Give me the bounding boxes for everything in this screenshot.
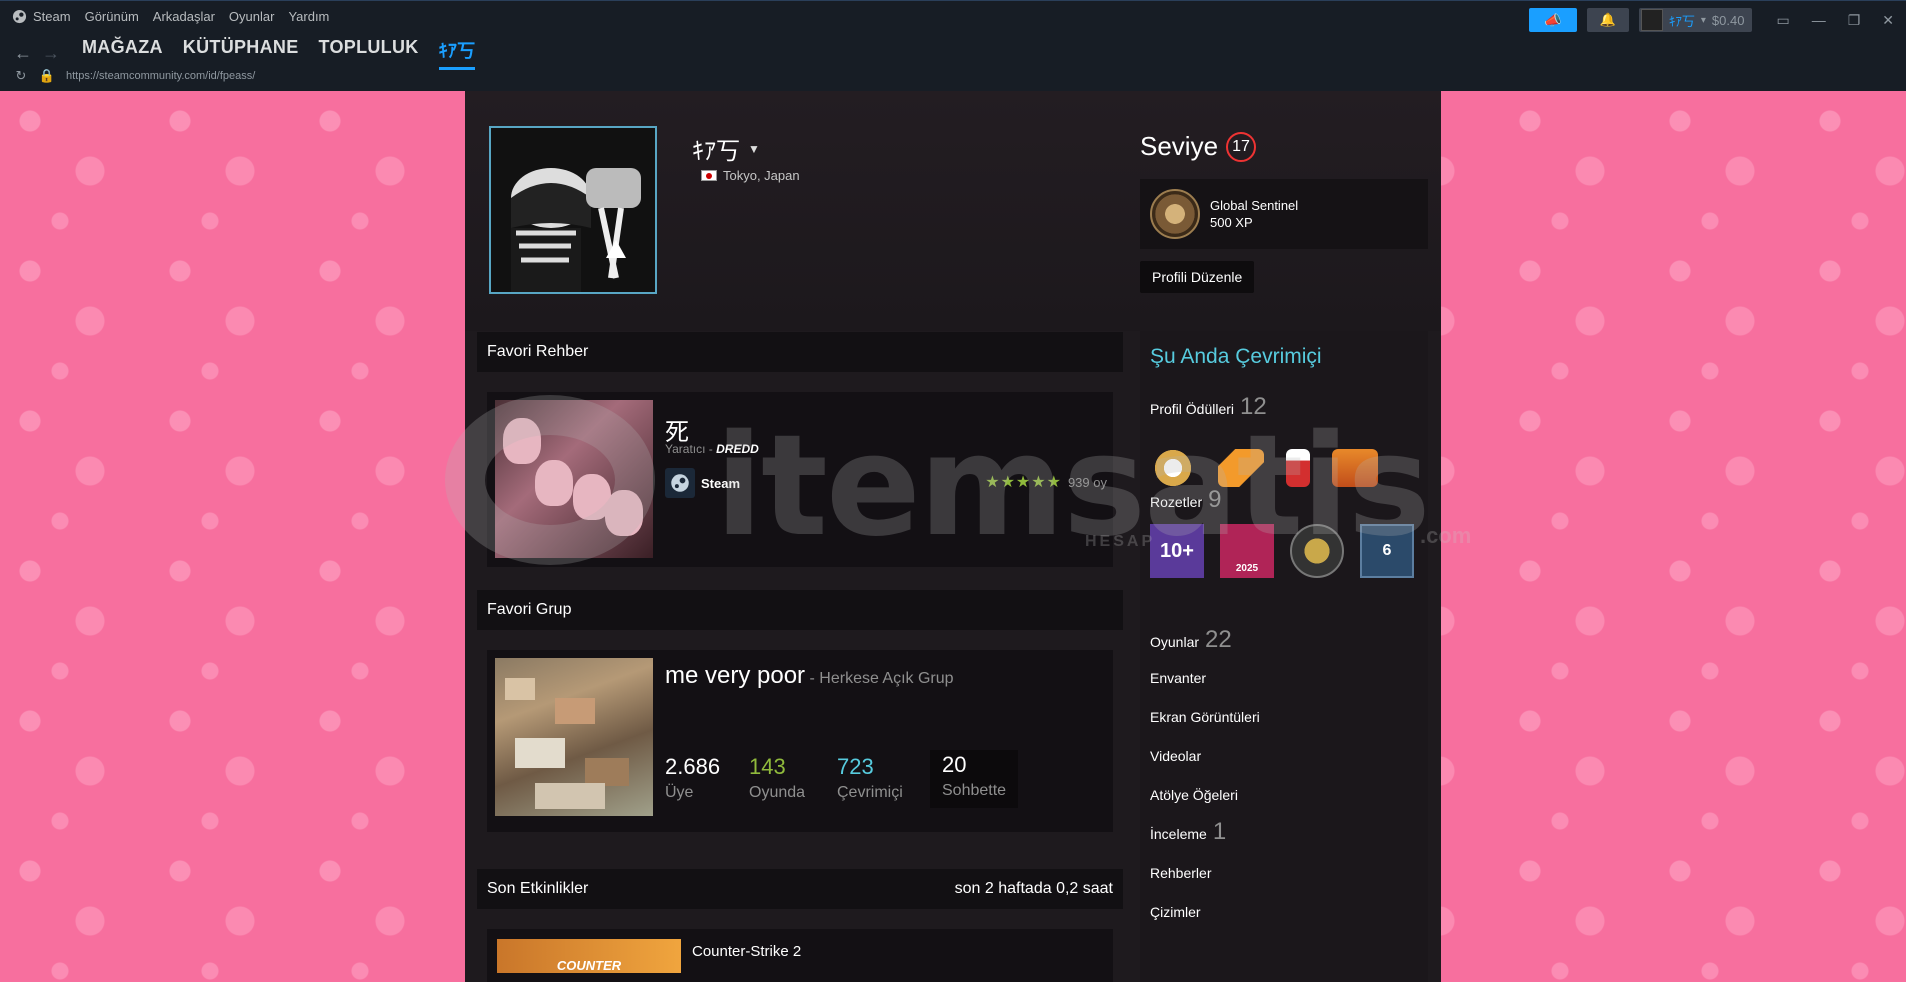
game-capsule[interactable]: COUNTER bbox=[497, 939, 681, 973]
tag-award-icon[interactable] bbox=[1218, 449, 1264, 487]
megaphone-icon: 📣 bbox=[1544, 11, 1562, 28]
favorite-guide[interactable]: 死 Yaratıcı - DREDD Steam ★★★★★ 939 oy bbox=[487, 392, 1113, 567]
wallet-balance: $0.40 bbox=[1711, 12, 1745, 28]
steam-app-icon bbox=[665, 468, 695, 498]
videos-link[interactable]: Videolar bbox=[1150, 748, 1201, 764]
close-icon[interactable]: ✕ bbox=[1882, 12, 1894, 29]
edit-profile-button[interactable]: Profili Düzenle bbox=[1140, 261, 1255, 293]
group-online: 723 Çevrimiçi bbox=[837, 754, 903, 801]
steam-logo-icon bbox=[12, 9, 27, 24]
tab-community[interactable]: TOPLULUK bbox=[319, 37, 419, 70]
profile-header: ｷｱ丂 ▼ Tokyo, Japan Seviye 17 Global Sent… bbox=[465, 91, 1441, 331]
reviews-link[interactable]: İnceleme 1 bbox=[1150, 818, 1226, 846]
artwork-link[interactable]: Çizimler bbox=[1150, 904, 1201, 920]
steam-2025-badge[interactable]: 2025 bbox=[1220, 524, 1274, 578]
drink-award-icon[interactable] bbox=[1286, 449, 1310, 487]
nav-tabs: MAĞAZA KÜTÜPHANE TOPLULUK ｷｱ丂 bbox=[82, 37, 476, 70]
profile-sidebar: Şu Anda Çevrimiçi Profil Ödülleri 12 Roz… bbox=[1140, 331, 1428, 982]
recent-game-item[interactable]: COUNTER Counter-Strike 2 bbox=[487, 929, 1113, 982]
menu-view[interactable]: Görünüm bbox=[85, 9, 139, 24]
game-title[interactable]: Counter-Strike 2 bbox=[692, 943, 801, 960]
badges-row: 10+ 2025 6 bbox=[1150, 524, 1414, 578]
profile-level: Seviye 17 bbox=[1140, 131, 1257, 162]
level-6-badge[interactable]: 6 bbox=[1360, 524, 1414, 578]
games-link[interactable]: Oyunlar 22 bbox=[1150, 626, 1232, 654]
rating-votes: 939 oy bbox=[1067, 474, 1107, 490]
forward-arrow-icon[interactable]: → bbox=[40, 43, 62, 65]
recent-activity-header: Son Etkinlikler son 2 haftada 0,2 saat bbox=[477, 869, 1123, 909]
navigation-row: ← → MAĞAZA KÜTÜPHANE TOPLULUK ｷｱ丂 bbox=[12, 37, 476, 70]
tab-store[interactable]: MAĞAZA bbox=[82, 37, 163, 70]
badge-xp: 500 XP bbox=[1210, 215, 1253, 230]
guides-link[interactable]: Rehberler bbox=[1150, 865, 1211, 881]
maximize-icon[interactable]: ❐ bbox=[1848, 12, 1861, 29]
announcements-button[interactable]: 📣 bbox=[1528, 8, 1577, 32]
wings-award-icon[interactable] bbox=[1150, 449, 1196, 487]
online-status: Şu Anda Çevrimiçi bbox=[1150, 345, 1322, 368]
favorite-badge[interactable]: Global Sentinel 500 XP bbox=[1140, 179, 1428, 249]
profile-location: Tokyo, Japan bbox=[701, 168, 800, 183]
profile-awards-link[interactable]: Profil Ödülleri 12 bbox=[1150, 393, 1267, 421]
chevron-down-icon: ▾ bbox=[1700, 14, 1706, 26]
reload-icon[interactable]: ↻ bbox=[14, 68, 28, 83]
account-menu[interactable]: ｷｱ丂 ▾ $0.40 bbox=[1638, 8, 1753, 32]
inventory-link[interactable]: Envanter bbox=[1150, 670, 1206, 686]
profile-page: ｷｱ丂 ▼ Tokyo, Japan Seviye 17 Global Sent… bbox=[465, 91, 1441, 982]
gasmask-badge-icon[interactable] bbox=[1290, 524, 1344, 578]
favorite-guide-header: Favori Rehber bbox=[477, 332, 1123, 372]
workshop-link[interactable]: Atölye Öğeleri bbox=[1150, 787, 1238, 803]
group-in-game: 143 Oyunda bbox=[749, 754, 806, 801]
top-right-controls: 📣 🔔 ｷｱ丂 ▾ $0.40 ▭ — ❐ ✕ bbox=[1528, 8, 1894, 32]
url-bar: ↻ 🔒 https://steamcommunity.com/id/fpeass… bbox=[14, 68, 256, 83]
screenshots-link[interactable]: Ekran Görüntüleri bbox=[1150, 709, 1260, 725]
favorite-group-header: Favori Grup bbox=[477, 590, 1123, 630]
account-avatar bbox=[1640, 9, 1663, 31]
group-members: 2.686 Üye bbox=[665, 754, 721, 801]
playtime-summary: son 2 haftada 0,2 saat bbox=[954, 880, 1113, 897]
level-badge[interactable]: 17 bbox=[1226, 131, 1257, 162]
url-text[interactable]: https://steamcommunity.com/id/fpeass/ bbox=[66, 70, 255, 82]
minimize-icon[interactable]: — bbox=[1812, 12, 1826, 29]
chest-award-icon[interactable] bbox=[1332, 449, 1378, 487]
tab-profile[interactable]: ｷｱ丂 bbox=[438, 37, 476, 70]
badges-link[interactable]: Rozetler 9 bbox=[1150, 486, 1222, 514]
awards-row bbox=[1150, 449, 1378, 487]
bell-icon: 🔔 bbox=[1599, 12, 1616, 27]
avatar-image bbox=[491, 128, 655, 292]
years-of-service-badge[interactable]: 10+ bbox=[1150, 524, 1204, 578]
tab-library[interactable]: KÜTÜPHANE bbox=[183, 37, 299, 70]
japan-flag-icon bbox=[701, 170, 717, 181]
rating-stars-icon: ★★★★★ bbox=[985, 474, 1062, 491]
guide-rating: ★★★★★ 939 oy bbox=[985, 472, 1107, 492]
menu-help[interactable]: Yardım bbox=[288, 9, 329, 24]
menu-games[interactable]: Oyunlar bbox=[229, 9, 275, 24]
lock-icon: 🔒 bbox=[38, 68, 56, 83]
persona-name[interactable]: ｷｱ丂 ▼ bbox=[692, 131, 760, 166]
steam-menu[interactable]: Steam bbox=[12, 9, 71, 24]
guide-thumbnail[interactable] bbox=[495, 400, 653, 558]
menu-friends[interactable]: Arkadaşlar bbox=[153, 9, 215, 24]
account-name: ｷｱ丂 bbox=[1668, 13, 1695, 29]
group-in-chat[interactable]: 20 Sohbette bbox=[930, 750, 1019, 808]
big-picture-icon[interactable]: ▭ bbox=[1776, 12, 1789, 29]
menu-bar: Steam Görünüm Arkadaşlar Oyunlar Yardım bbox=[12, 9, 329, 24]
profile-avatar[interactable] bbox=[489, 126, 657, 294]
badge-name: Global Sentinel bbox=[1210, 198, 1299, 213]
back-arrow-icon[interactable]: ← bbox=[12, 43, 34, 65]
steam-client-header: Steam Görünüm Arkadaşlar Oyunlar Yardım … bbox=[0, 0, 1906, 91]
favorite-group[interactable]: me very poor - Herkese Açık Grup 2.686 Ü… bbox=[487, 650, 1113, 832]
global-sentinel-medal-icon bbox=[1150, 189, 1200, 239]
guide-author: Yaratıcı - DREDD bbox=[665, 442, 759, 456]
window-controls: ▭ — ❐ ✕ bbox=[1776, 12, 1894, 29]
group-avatar[interactable] bbox=[495, 658, 653, 816]
guide-app[interactable]: Steam bbox=[665, 468, 740, 498]
chevron-down-icon[interactable]: ▼ bbox=[748, 142, 760, 156]
group-name[interactable]: me very poor - Herkese Açık Grup bbox=[665, 662, 954, 690]
notifications-button[interactable]: 🔔 bbox=[1586, 8, 1629, 32]
